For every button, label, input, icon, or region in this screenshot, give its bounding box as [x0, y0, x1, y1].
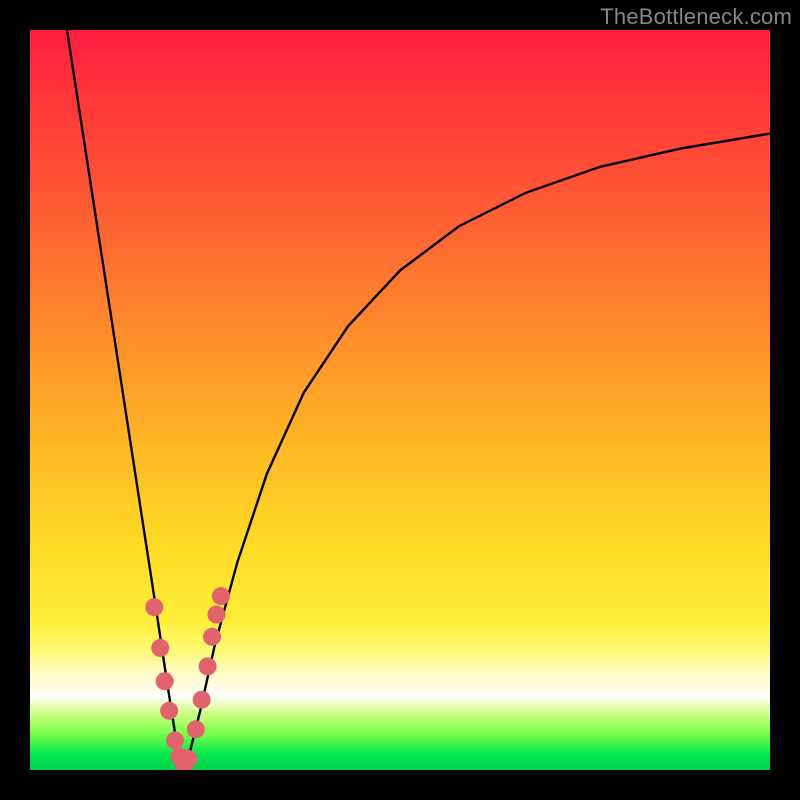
chart-svg — [30, 30, 770, 770]
marker-dot — [203, 628, 221, 646]
curve-layer — [67, 30, 770, 768]
marker-dot — [193, 691, 211, 709]
marker-dot — [166, 731, 184, 749]
bottleneck-curve-left — [67, 30, 184, 768]
watermark-text: TheBottleneck.com — [600, 4, 792, 30]
marker-dot — [179, 750, 197, 768]
marker-dot — [151, 639, 169, 657]
marker-dot — [207, 606, 225, 624]
plot-area — [30, 30, 770, 770]
marker-dots-layer — [145, 587, 230, 770]
marker-dot — [160, 702, 178, 720]
chart-frame: TheBottleneck.com — [0, 0, 800, 800]
marker-dot — [212, 587, 230, 605]
marker-dot — [156, 672, 174, 690]
marker-dot — [187, 720, 205, 738]
marker-dot — [145, 598, 163, 616]
bottleneck-curve-right — [184, 134, 770, 768]
marker-dot — [199, 657, 217, 675]
